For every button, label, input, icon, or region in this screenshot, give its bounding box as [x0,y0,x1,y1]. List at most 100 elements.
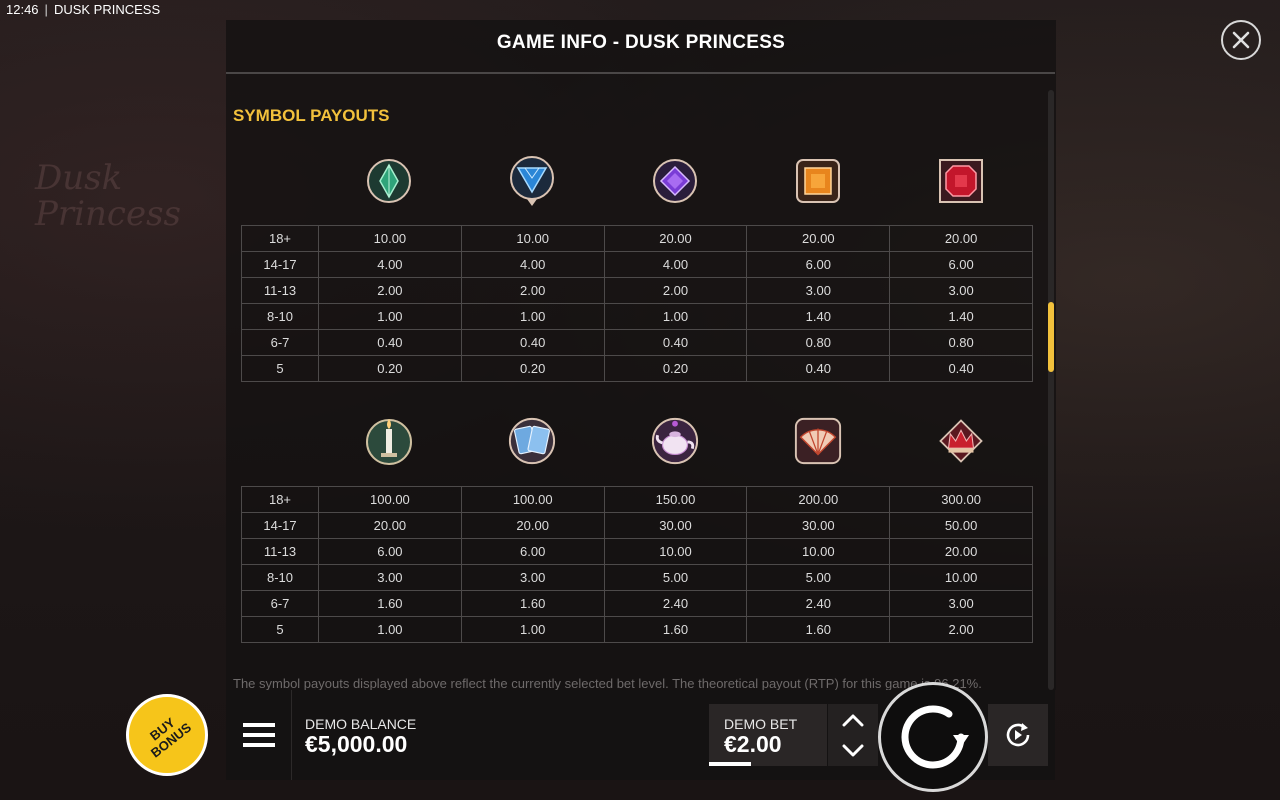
match-count-cell: 6-7 [241,329,319,356]
green-gem-icon [364,156,414,206]
menu-button[interactable] [226,690,292,780]
payout-cell: 0.20 [460,355,605,382]
fan-icon [793,416,843,466]
candle-icon [364,416,414,466]
match-count-cell: 6-7 [241,590,319,617]
match-count-cell: 5 [241,616,319,643]
payout-cell: 200.00 [746,486,891,513]
crown-icon [936,416,986,466]
payout-row: 5 1.00 1.00 1.60 1.60 2.00 [241,616,1033,643]
payout-row: 6-7 1.60 1.60 2.40 2.40 3.00 [241,590,1033,617]
payout-cell: 1.00 [460,303,605,330]
status-separator: | [44,2,48,17]
payout-row: 5 0.20 0.20 0.20 0.40 0.40 [241,355,1033,382]
payout-cell: 0.20 [603,355,748,382]
spin-button[interactable] [878,682,988,792]
teapot-icon [650,416,700,466]
payout-cell: 1.00 [603,303,748,330]
payout-cell: 3.00 [318,564,462,591]
payout-cell: 0.40 [603,329,748,356]
payout-cell: 10.00 [746,538,891,565]
payout-cell: 5.00 [746,564,891,591]
payout-cell: 6.00 [318,538,462,565]
payout-cell: 3.00 [460,564,605,591]
payout-row: 8-10 3.00 3.00 5.00 5.00 10.00 [241,564,1033,591]
buy-bonus-button[interactable]: BUY BONUS [126,694,208,776]
payout-cell: 1.00 [460,616,605,643]
payout-cell: 20.00 [889,538,1033,565]
close-icon [1232,31,1250,49]
payout-cell: 30.00 [603,512,748,539]
autoplay-button[interactable] [988,704,1048,766]
payout-cell: 2.00 [318,277,462,304]
payout-cell: 20.00 [746,225,891,252]
section-title: SYMBOL PAYOUTS [233,106,390,125]
blue-gem-icon [507,156,557,206]
payout-cell: 1.60 [746,616,891,643]
payout-cell: 10.00 [460,225,605,252]
payout-cell: 1.60 [318,590,462,617]
hamburger-menu-icon [242,723,275,747]
payout-cell: 3.00 [746,277,891,304]
payout-cell: 0.20 [318,355,462,382]
payout-cell: 1.60 [460,590,605,617]
symbol-row-high [318,416,1033,476]
payout-cell: 0.40 [746,355,891,382]
payout-cell: 1.40 [889,303,1033,330]
payout-cell: 300.00 [889,486,1033,513]
game-logo: Dusk Princess [35,160,181,232]
scrollbar[interactable] [1048,90,1054,690]
payout-cell: 2.00 [460,277,605,304]
orange-gem-icon [793,156,843,206]
spin-icon [901,705,969,769]
payout-row: 14-17 4.00 4.00 4.00 6.00 6.00 [241,251,1033,278]
purple-gem-icon [650,156,700,206]
payout-cell: 20.00 [460,512,605,539]
payout-row: 18+ 100.00 100.00 150.00 200.00 300.00 [241,486,1033,513]
match-count-cell: 5 [241,355,319,382]
cards-icon [507,416,557,466]
payout-cell: 1.60 [603,616,748,643]
payout-cell: 10.00 [318,225,462,252]
payout-cell: 1.40 [746,303,891,330]
payout-row: 11-13 2.00 2.00 2.00 3.00 3.00 [241,277,1033,304]
payout-cell: 30.00 [746,512,891,539]
payout-cell: 20.00 [603,225,748,252]
bet-stepper [828,704,878,766]
close-button[interactable] [1221,20,1261,60]
bet-label: DEMO BET [724,716,798,732]
logo-line-1: Dusk [35,158,123,198]
payout-row: 11-13 6.00 6.00 10.00 10.00 20.00 [241,538,1033,565]
payout-cell: 6.00 [460,538,605,565]
payout-cell: 0.40 [460,329,605,356]
bet-value: €2.00 [724,731,782,757]
red-gem-icon [936,156,986,206]
symbol-row-low [318,156,1033,216]
payout-table-high: 18+ 100.00 100.00 150.00 200.00 300.00 14-17 20… [241,486,1033,643]
match-count-cell: 8-10 [241,303,319,330]
payout-cell: 100.00 [460,486,605,513]
payout-cell: 4.00 [318,251,462,278]
payout-cell: 20.00 [318,512,462,539]
bet-increase-button[interactable] [842,713,864,727]
match-count-cell: 18+ [241,486,319,513]
payout-row: 18+ 10.00 10.00 20.00 20.00 20.00 [241,225,1033,252]
match-count-cell: 11-13 [241,277,319,304]
payout-table-low: 18+ 10.00 10.00 20.00 20.00 20.00 14-17 4.00 4.0… [241,225,1033,382]
bet-decrease-button[interactable] [842,744,864,758]
match-count-cell: 8-10 [241,564,319,591]
payout-cell: 2.40 [603,590,748,617]
app-name: DUSK PRINCESS [53,2,161,17]
balance-label: DEMO BALANCE [305,716,417,732]
scrollbar-thumb[interactable] [1048,302,1054,372]
payout-cell: 4.00 [460,251,605,278]
payout-cell: 5.00 [603,564,748,591]
match-count-cell: 18+ [241,225,319,252]
title-divider [226,72,1055,74]
buy-bonus-label: BUY BONUS [135,705,200,764]
payout-cell: 1.00 [318,303,462,330]
balance-value: €5,000.00 [305,731,408,757]
payout-cell: 4.00 [603,251,748,278]
payout-cell: 2.40 [746,590,891,617]
payout-cell: 6.00 [889,251,1033,278]
